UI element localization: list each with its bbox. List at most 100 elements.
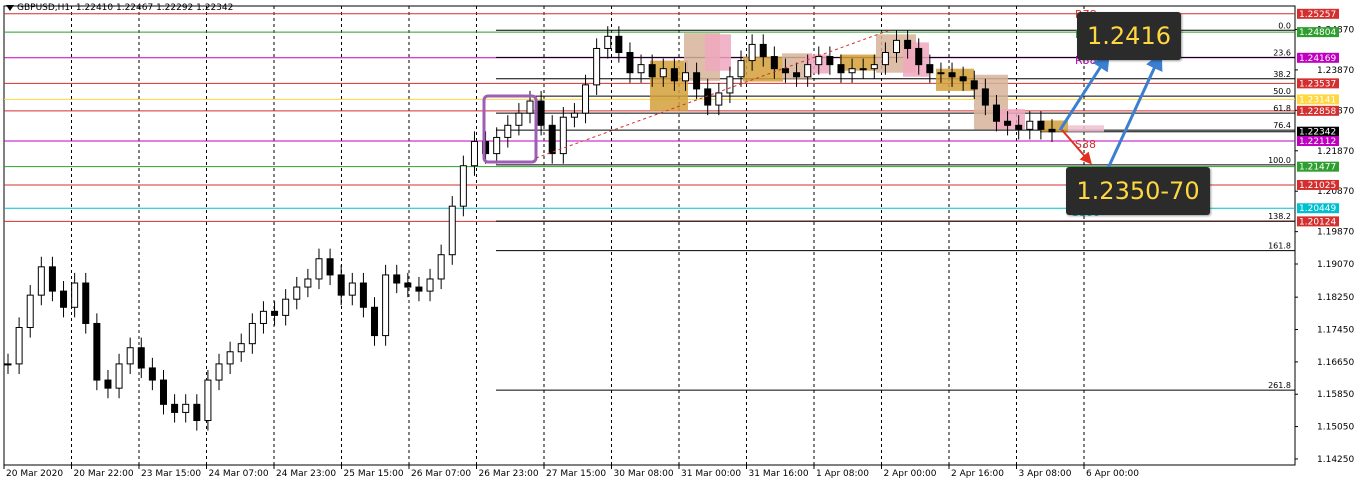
candle-body xyxy=(204,379,212,422)
x-tick-label: 23 Mar 15:00 xyxy=(141,469,201,479)
candle-body xyxy=(981,88,989,106)
ohlc-label: 1.22410 1.22467 1.22292 1.22342 xyxy=(75,3,234,13)
price-tag-label: 1.20449 xyxy=(1299,204,1336,214)
candle-body xyxy=(582,84,590,114)
candle-body xyxy=(237,343,245,353)
x-tick-label: 27 Mar 15:00 xyxy=(546,469,606,479)
price-tag-label: 1.24169 xyxy=(1299,54,1336,64)
fib-level-label: 23.6 xyxy=(1273,48,1291,57)
price-tag-label: 1.21477 xyxy=(1299,163,1336,173)
zone-box xyxy=(1068,125,1104,132)
x-tick-label: 31 Mar 00:00 xyxy=(681,469,741,479)
candle-body xyxy=(493,136,501,155)
fib-level-label: 50.0 xyxy=(1273,87,1291,96)
candle-body xyxy=(371,306,379,337)
collapse-triangle-icon[interactable] xyxy=(6,4,14,11)
zone-box xyxy=(705,34,731,71)
y-tick-label: 1.19070 xyxy=(1317,260,1354,270)
candle-body xyxy=(870,64,878,70)
candle-body xyxy=(137,347,145,369)
price-chart[interactable]: 0.0 23.6 38.2 50.0 61.8 76.4 100.0 138.2 161.8 26… xyxy=(0,0,1364,487)
candle-body xyxy=(304,278,312,288)
candle-body xyxy=(459,165,467,207)
candle-body xyxy=(970,80,978,90)
candle-body xyxy=(1026,120,1034,130)
candle-body xyxy=(148,367,156,381)
price-tag-label: 1.20124 xyxy=(1299,217,1336,227)
x-tick-label: 1 Apr 08:00 xyxy=(816,469,869,479)
candle-body xyxy=(570,112,578,118)
candle-body xyxy=(1048,128,1056,133)
x-tick-label: 20 Mar 22:00 xyxy=(74,469,134,479)
candle-body xyxy=(437,254,445,280)
candle-body xyxy=(515,112,523,126)
candle-body xyxy=(681,72,689,82)
y-tick-label: 1.18250 xyxy=(1317,293,1354,303)
candle-body xyxy=(293,286,301,300)
candle-body xyxy=(826,56,834,66)
y-tick-label: 1.17450 xyxy=(1317,326,1354,336)
price-tag-label: 1.25257 xyxy=(1299,10,1336,20)
candle-body xyxy=(71,282,79,308)
candle-body xyxy=(726,76,734,94)
fib-level-label: 100.0 xyxy=(1268,156,1291,165)
x-tick-label: 3 Apr 08:00 xyxy=(1019,469,1072,479)
price-tag-label: 1.23537 xyxy=(1299,79,1336,89)
candle-body xyxy=(182,403,190,413)
candle-body xyxy=(382,274,390,337)
candle-body xyxy=(104,379,112,389)
candle-body xyxy=(604,35,612,49)
candle-body xyxy=(1015,124,1023,130)
candle-body xyxy=(215,363,223,381)
fib-level-label: 38.2 xyxy=(1273,70,1291,79)
chart-title: GBPUSD,H1 1.22410 1.22467 1.22292 1.2234… xyxy=(6,3,233,13)
x-tick-label: 30 Mar 08:00 xyxy=(614,469,674,479)
fib-level-label: 76.4 xyxy=(1273,121,1291,130)
candle-body xyxy=(448,205,456,256)
y-tick-label: 1.15050 xyxy=(1317,423,1354,433)
symbol-label: GBPUSD,H1 xyxy=(17,3,71,13)
candle-body xyxy=(226,351,234,365)
candle-body xyxy=(415,286,423,292)
candle-body xyxy=(881,52,889,66)
candle-body xyxy=(693,72,701,90)
candle-body xyxy=(548,124,556,155)
candle-body xyxy=(60,290,68,308)
candle-body xyxy=(470,140,478,167)
candle-body xyxy=(837,64,845,74)
candle-body xyxy=(815,56,823,66)
candle-body xyxy=(759,43,767,58)
fib-level-label: 161.8 xyxy=(1268,242,1291,251)
candle-body xyxy=(359,282,367,308)
zone-box xyxy=(840,54,876,71)
price-tag-label: 1.23141 xyxy=(1299,95,1336,105)
price-tag-label: 1.21025 xyxy=(1299,181,1336,191)
candle-body xyxy=(115,363,123,389)
candle-body xyxy=(804,64,812,78)
candle-body xyxy=(893,39,901,54)
candle-body xyxy=(93,322,101,381)
candle-body xyxy=(171,403,179,413)
price-tag-label: 1.22112 xyxy=(1299,137,1336,147)
support-callout: 1.2350-70 xyxy=(1066,167,1210,215)
support-value: 1.2350-70 xyxy=(1076,177,1200,205)
candle-body xyxy=(992,104,1000,122)
candle-body xyxy=(637,64,645,74)
candle-body xyxy=(4,363,12,366)
candle-body xyxy=(915,47,923,66)
candle-body xyxy=(959,76,967,82)
candle-body xyxy=(793,72,801,78)
candle-body xyxy=(948,72,956,78)
candle-body xyxy=(393,274,401,284)
x-tick-label: 25 Mar 15:00 xyxy=(344,469,404,479)
y-tick-label: 1.21870 xyxy=(1317,147,1354,157)
candle-body xyxy=(748,43,756,62)
candle-body xyxy=(626,52,634,74)
x-tick-label: 6 Apr 00:00 xyxy=(1086,469,1139,479)
candle-body xyxy=(504,124,512,138)
candle-body xyxy=(659,68,667,78)
candle-body xyxy=(615,35,623,54)
zone-box xyxy=(650,60,688,112)
candle-body xyxy=(537,100,545,126)
candle-body xyxy=(926,64,934,74)
